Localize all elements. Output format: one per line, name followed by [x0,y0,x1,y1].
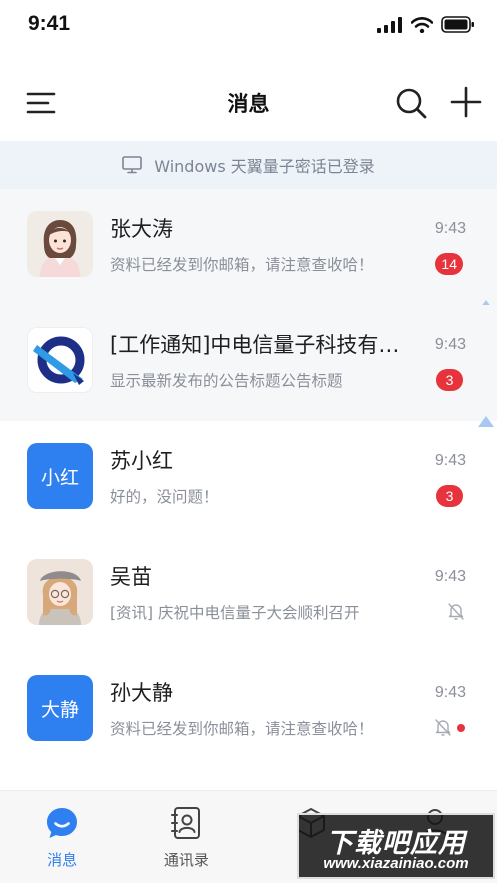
conversation-time: 9:43 [434,220,466,237]
conversation-preview: 显示最新发布的公告标题公告标题 [110,372,343,390]
search-icon[interactable] [394,86,428,120]
desktop-login-banner[interactable]: Windows 天翼量子密话已登录 [0,141,497,189]
conversation-list: 张大涛 资料已经发到你邮箱，请注意查收哈！ 9:43 14 [工作通知]中电信量… [0,189,497,769]
conversation-name: [工作通知]中电信量子科技有限公司 [110,333,415,357]
conversation-time: 9:43 [434,684,466,701]
mute-bell-icon [448,603,464,620]
nav-bar: 消息 [0,68,497,138]
conversation-name: 张大涛 [110,217,173,241]
avatar [27,327,93,393]
girl-avatar-icon [27,559,93,625]
conversation-name: 孙大静 [110,681,173,705]
conversation-time: 9:43 [434,568,466,585]
battery-icon [441,16,474,33]
unread-badge: 3 [436,485,463,507]
unread-badge: 3 [436,369,463,391]
conversation-preview: 资料已经发到你邮箱，请注意查收哈！ [110,720,374,738]
login-banner-text: Windows 天翼量子密话已登录 [154,157,375,176]
company-logo-icon [33,336,85,385]
avatar [27,211,93,277]
chat-bubble-icon [47,808,78,838]
conversation-name: 吴苗 [110,565,152,589]
conversation-item[interactable]: [工作通知]中电信量子科技有限公司 显示最新发布的公告标题公告标题 9:43 3 [0,305,497,427]
conversation-item[interactable]: 大静 孙大静 资料已经发到你邮箱，请注意查收哈！ 9:43 [0,653,497,769]
wifi-icon [411,16,433,33]
woman-avatar-icon [27,211,93,277]
unread-badge: 14 [435,253,463,275]
conversation-preview: 好的，没问题！ [110,488,219,506]
status-time: 9:41 [28,12,71,35]
add-icon[interactable] [450,86,482,118]
status-bar: 9:41 [0,0,497,54]
conversation-preview: 资料已经发到你邮箱，请注意查收哈！ [110,256,374,274]
tab-label: 通讯录 [163,851,209,869]
avatar: 大静 [27,675,93,741]
monitor-icon [122,156,143,174]
avatar [27,559,93,625]
conversation-name: 苏小红 [110,449,173,473]
tab-messages[interactable]: 消息 [0,791,124,883]
avatar: 小红 [27,443,93,509]
tab-label: 消息 [47,851,78,869]
conversation-item[interactable]: 小红 苏小红 好的，没问题！ 9:43 3 [0,421,497,537]
conversation-time: 9:43 [434,452,466,469]
conversation-preview: [资讯] 庆祝中电信量子大会顺利召开 [110,604,360,622]
watermark-logo: 下载吧应用 www.xiazainiao.com [297,813,495,879]
cellular-signal-icon [377,16,402,33]
status-icons [377,16,475,33]
watermark-url: www.xiazainiao.com [323,855,469,872]
conversation-item[interactable]: 张大涛 资料已经发到你邮箱，请注意查收哈！ 9:43 14 [0,189,497,311]
contacts-icon [171,807,201,839]
tab-contacts[interactable]: 通讯录 [124,791,248,883]
conversation-time: 9:43 [434,336,466,353]
conversation-item[interactable]: 吴苗 [资讯] 庆祝中电信量子大会顺利召开 9:43 [0,537,497,653]
unread-dot [457,724,465,732]
mute-bell-icon [435,719,451,736]
